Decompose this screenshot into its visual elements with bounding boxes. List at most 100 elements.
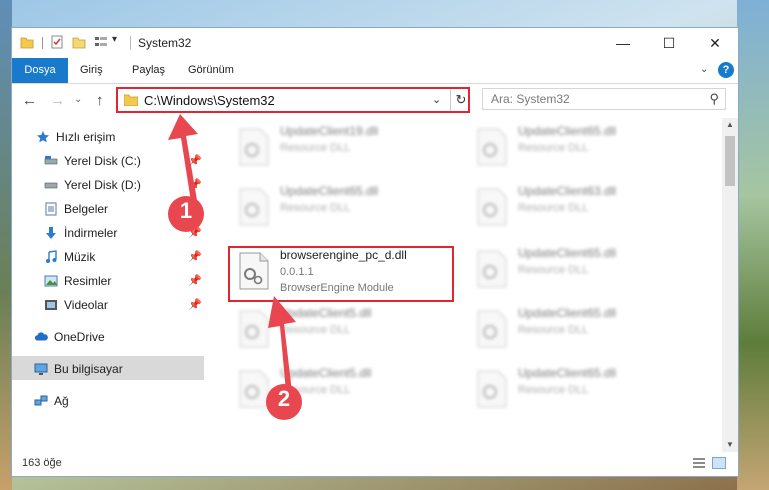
desktop-background-left [0,0,12,490]
list-item[interactable]: UpdateClient63.dll Resource DLL [470,182,694,230]
help-icon[interactable]: ? [718,62,734,78]
dll-file-icon [239,128,269,166]
pin-icon[interactable]: 📌 [188,274,202,287]
sidebar-item-label: Yerel Disk (D:) [64,178,141,192]
dll-file-icon [477,310,507,348]
pin-icon[interactable]: 📌 [188,178,202,191]
back-arrow-icon[interactable]: ← [22,92,37,109]
item-count: 163 öğe [22,457,62,469]
file-name: UpdateClient65.dll [280,184,379,198]
dll-file-icon [477,188,507,226]
file-type: Resource DLL [518,324,589,336]
title-separator [130,36,131,50]
refresh-icon[interactable]: ↻ [450,89,471,111]
list-item[interactable]: UpdateClient5.dll Resource DLL [232,304,456,352]
sidebar-item-label: Bu bilgisayar [54,362,123,376]
computer-icon [34,363,48,375]
dll-file-icon [477,370,507,408]
file-type: Resource DLL [518,384,589,396]
network-icon [34,395,48,406]
list-item[interactable]: UpdateClient19.dll Resource DLL [232,122,456,170]
list-item[interactable]: UpdateClient65.dll Resource DLL [470,304,694,352]
close-button[interactable]: ✕ [692,28,738,58]
list-item[interactable]: UpdateClient5.dll Resource DLL [232,364,456,412]
dll-file-icon [239,370,269,408]
music-icon [46,250,57,263]
file-type: Resource DLL [518,264,589,276]
list-item[interactable]: UpdateClient65.dll Resource DLL [232,182,456,230]
recent-locations-icon[interactable]: ⌄ [74,94,82,105]
file-name: UpdateClient5.dll [280,366,372,380]
tab-home[interactable]: Giriş [80,58,103,83]
file-list: UpdateClient19.dll Resource DLL UpdateCl… [208,118,722,452]
scrollbar-thumb[interactable] [725,136,735,186]
pin-icon[interactable]: 📌 [188,298,202,311]
navigation-pane: Hızlı erişim Yerel Disk (C:) 📌 Yerel Dis… [12,118,206,452]
videos-icon [45,300,57,310]
tab-file[interactable]: Dosya [12,58,68,83]
file-type: Resource DLL [280,142,351,154]
ribbon-tabs: Dosya Giriş Paylaş Görünüm ⌄ ? [12,58,738,84]
toolbar-separator [42,37,43,49]
sidebar-item-label: OneDrive [54,330,105,344]
file-type: Resource DLL [518,202,589,214]
folder-icon[interactable] [20,35,34,49]
address-path[interactable]: C:\Windows\System32 [144,93,275,108]
address-dropdown-icon[interactable]: ⌄ [432,93,441,106]
up-arrow-icon[interactable]: ↑ [96,92,104,109]
dll-file-icon [239,310,269,348]
list-item[interactable]: UpdateClient65.dll Resource DLL [470,122,694,170]
sidebar-item-label: İndirmeler [64,226,118,240]
list-item[interactable]: UpdateClient65.dll Resource DLL [470,364,694,412]
file-name: UpdateClient65.dll [518,246,617,260]
minimize-button[interactable]: — [600,28,646,58]
pin-icon[interactable]: 📌 [188,226,202,239]
properties-icon[interactable] [50,35,64,49]
sidebar-item-label: Müzik [64,250,96,264]
maximize-button[interactable]: ☐ [646,28,692,58]
sidebar-item-label: Belgeler [64,202,109,216]
file-explorer-window: ▾ System32 — ☐ ✕ Dosya Giriş Paylaş Görü… [12,28,738,476]
star-icon [37,131,49,143]
scroll-up-icon[interactable]: ▲ [726,120,734,129]
pin-icon[interactable]: 📌 [188,154,202,167]
file-type: Resource DLL [280,324,351,336]
drive-icon [44,182,58,189]
file-type: Resource DLL [280,384,351,396]
tab-share[interactable]: Paylaş [132,58,165,83]
pin-icon[interactable]: 📌 [188,202,202,215]
address-bar[interactable]: C:\Windows\System32 ⌄ ↻ [116,87,470,113]
forward-arrow-icon[interactable]: → [50,92,65,109]
details-view-icon[interactable] [692,457,706,469]
sidebar-item-label: Yerel Disk (C:) [64,154,141,168]
folder-icon [124,94,138,106]
file-name: UpdateClient65.dll [518,366,617,380]
quick-access-dropdown-icon[interactable]: ▾ [112,34,117,45]
new-folder-icon[interactable] [72,35,86,49]
scroll-down-icon[interactable]: ▼ [726,440,734,449]
document-icon [45,202,57,216]
list-item[interactable]: UpdateClient65.dll Resource DLL [470,244,694,292]
dll-file-icon [239,188,269,226]
title-bar: ▾ System32 — ☐ ✕ [12,28,738,58]
file-name: UpdateClient19.dll [280,124,379,138]
pin-icon[interactable]: 📌 [188,250,202,263]
sidebar-item-label: Videolar [64,298,108,312]
search-icon[interactable]: ⚲ [709,91,719,107]
large-icons-view-icon[interactable] [712,457,726,469]
vertical-scrollbar[interactable]: ▲ ▼ [722,118,738,452]
file-type: Resource DLL [280,202,351,214]
dll-file-icon [477,250,507,288]
expand-ribbon-icon[interactable]: ⌄ [700,64,708,75]
sidebar-item-label: Ağ [54,394,69,408]
tab-view[interactable]: Görünüm [188,58,234,83]
status-bar: 163 öğe [12,452,738,476]
view-options-icon[interactable] [94,35,108,49]
search-input[interactable]: Ara: System32 ⚲ [482,88,726,110]
sidebar-item-label: Resimler [64,274,112,288]
navigation-bar: ← → ⌄ ↑ C:\Windows\System32 ⌄ ↻ Ara: Sys… [12,84,738,118]
pictures-icon [44,275,58,287]
search-placeholder: Ara: System32 [491,92,570,106]
file-highlight-box [228,246,454,302]
sidebar-item-label: Hızlı erişim [56,130,116,144]
